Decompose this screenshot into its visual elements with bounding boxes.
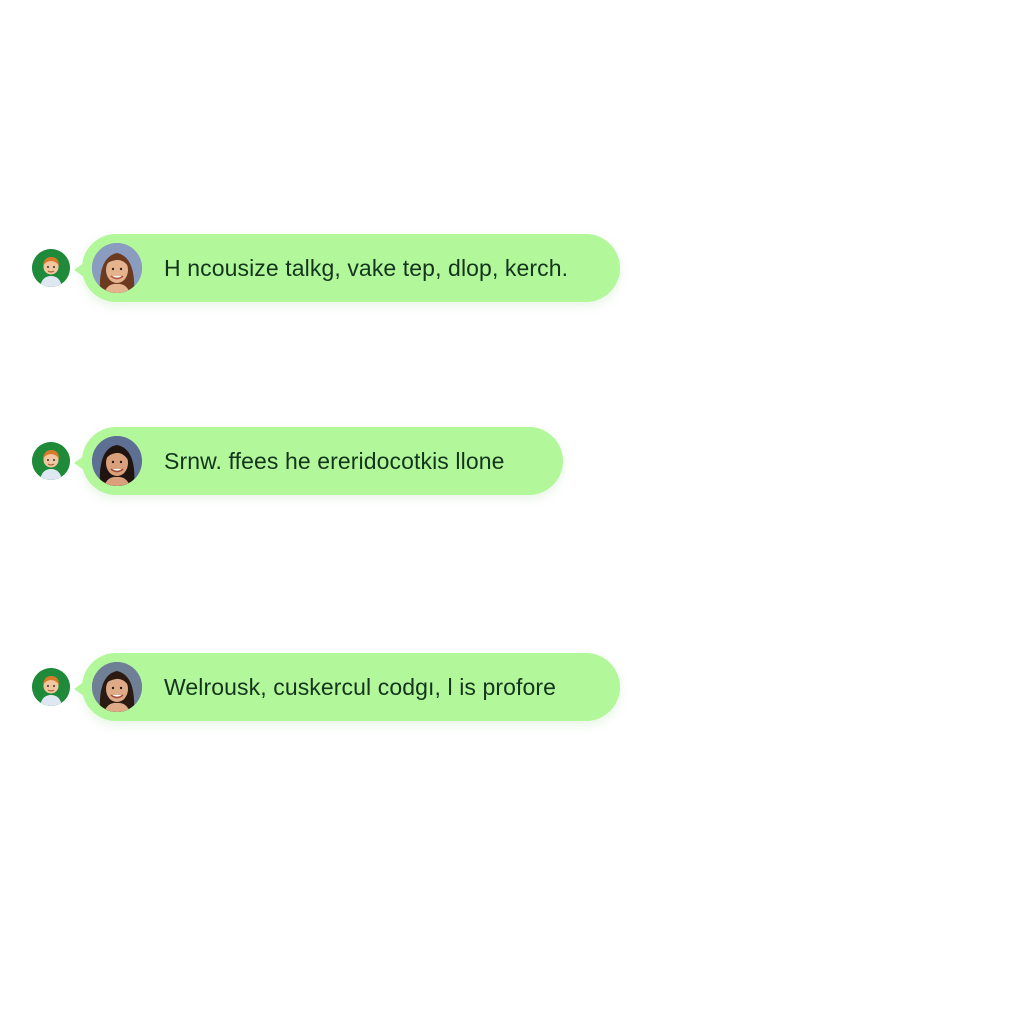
sender-avatar-icon[interactable]: [32, 442, 70, 480]
message-bubble[interactable]: Welrousk, cuskercul codgı, l is profore: [74, 653, 620, 721]
sender-avatar-icon[interactable]: [32, 668, 70, 706]
message-text: H ncousize talkg, vake tep, dlop, kerch.: [164, 255, 569, 281]
message-bubble[interactable]: Srnw. ffees he ereridocotkis llone: [74, 427, 563, 495]
message-text: Welrousk, cuskercul codgı, l is profore: [164, 674, 557, 700]
woman-portrait-avatar-icon[interactable]: [92, 662, 142, 712]
woman-portrait-avatar-icon[interactable]: [92, 436, 142, 486]
message-bubble[interactable]: H ncousize talkg, vake tep, dlop, kerch.: [74, 234, 620, 302]
woman-portrait-avatar-icon[interactable]: [92, 243, 142, 293]
sender-avatar-icon[interactable]: [32, 249, 70, 287]
message-text: Srnw. ffees he ereridocotkis llone: [164, 448, 505, 474]
